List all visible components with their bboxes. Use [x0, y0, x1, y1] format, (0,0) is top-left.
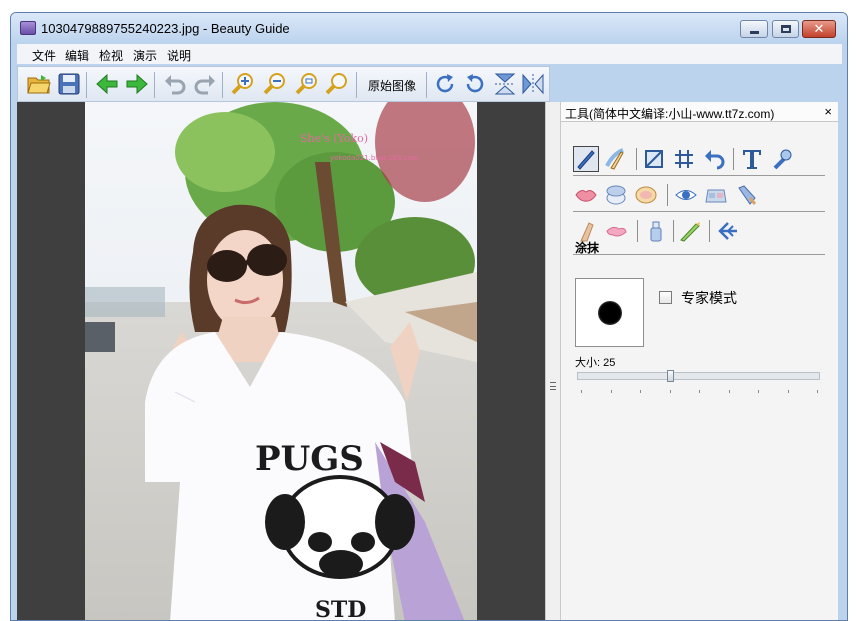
- original-image-button[interactable]: 原始图像: [368, 77, 416, 94]
- lip-gloss-icon[interactable]: [603, 218, 629, 244]
- blush-compact-icon[interactable]: [633, 182, 659, 208]
- app-icon: [20, 21, 36, 35]
- crop-tool-icon[interactable]: [641, 146, 667, 172]
- lips-icon[interactable]: [573, 182, 599, 208]
- photo-image: PUGS STD She's (Yoko) yokoda021.blog.163…: [85, 102, 477, 621]
- save-icon[interactable]: [56, 71, 82, 97]
- menu-bar: 文件 编辑 检视 演示 说明: [17, 44, 842, 64]
- grid-tool-icon[interactable]: [671, 146, 697, 172]
- zoom-fit-icon[interactable]: [294, 71, 320, 97]
- wrench-tool-icon[interactable]: [769, 146, 795, 172]
- smudge-tool-icon[interactable]: [603, 146, 629, 172]
- tools-panel-header: 工具(简体中文编译:小山-www.tt7z.com) ×: [561, 102, 838, 122]
- splitter-grip-icon: [550, 382, 556, 390]
- minimize-button[interactable]: [740, 20, 768, 38]
- brush-tool-icon[interactable]: [573, 146, 599, 172]
- menu-file[interactable]: 文件: [32, 47, 56, 64]
- text-tool-icon[interactable]: [739, 146, 765, 172]
- zoom-actual-icon[interactable]: [324, 71, 350, 97]
- shirt-print-text: PUGS: [255, 439, 364, 479]
- undo-icon[interactable]: [162, 71, 188, 97]
- tools-panel-title: 工具(简体中文编译:小山-www.tt7z.com): [565, 107, 775, 121]
- eyeshadow-palette-icon[interactable]: [703, 182, 729, 208]
- arrow-in-icon[interactable]: [715, 218, 741, 244]
- flip-horizontal-icon[interactable]: [520, 71, 546, 97]
- open-folder-icon[interactable]: [26, 71, 52, 97]
- menu-view[interactable]: 检视: [99, 47, 123, 64]
- menu-help[interactable]: 说明: [167, 47, 191, 64]
- photo-watermark-line1: She's (Yoko): [300, 132, 368, 145]
- mascara-icon[interactable]: [733, 182, 759, 208]
- window-title: 1030479889755240223.jpg - Beauty Guide: [41, 21, 290, 36]
- panel-splitter[interactable]: [545, 102, 561, 620]
- tools-panel: 工具(简体中文编译:小山-www.tt7z.com) × 涂抹 专家模式 大小:…: [561, 102, 838, 620]
- compact-powder-icon[interactable]: [603, 182, 629, 208]
- back-arrow-icon[interactable]: [94, 71, 120, 97]
- eye-icon[interactable]: [673, 182, 699, 208]
- app-window: 1030479889755240223.jpg - Beauty Guide ✕…: [10, 12, 848, 621]
- rotate-counterclockwise-icon[interactable]: [462, 71, 488, 97]
- title-bar[interactable]: 1030479889755240223.jpg - Beauty Guide ✕: [11, 13, 847, 43]
- forward-arrow-icon[interactable]: [124, 71, 150, 97]
- bottle-icon[interactable]: [643, 218, 669, 244]
- liner-brush-icon[interactable]: [677, 218, 703, 244]
- flip-vertical-icon[interactable]: [492, 71, 518, 97]
- expert-mode-checkbox[interactable]: [659, 291, 672, 304]
- close-button[interactable]: ✕: [802, 20, 836, 38]
- size-label: 大小: 25: [575, 357, 616, 369]
- menu-edit[interactable]: 编辑: [65, 47, 89, 64]
- zoom-out-icon[interactable]: [262, 71, 288, 97]
- image-viewer[interactable]: PUGS STD She's (Yoko) yokoda021.blog.163…: [17, 102, 545, 621]
- rotate-clockwise-icon[interactable]: [432, 71, 458, 97]
- size-slider-track[interactable]: [577, 372, 820, 380]
- brush-preview: [575, 278, 644, 347]
- brush-dot-icon: [598, 301, 622, 325]
- size-slider-thumb[interactable]: [667, 370, 674, 382]
- main-toolbar: 原始图像: [17, 66, 550, 102]
- zoom-in-icon[interactable]: [230, 71, 256, 97]
- shirt-print-text-2: STD: [315, 597, 366, 621]
- photo-watermark-line2: yokoda021.blog.163.com: [330, 154, 419, 162]
- redo-icon[interactable]: [192, 71, 218, 97]
- close-icon: ✕: [813, 21, 825, 36]
- maximize-icon: [780, 25, 791, 33]
- expert-mode-label: 专家模式: [681, 290, 737, 306]
- undo-tool-icon[interactable]: [701, 146, 727, 172]
- menu-slideshow[interactable]: 演示: [133, 47, 157, 64]
- minimize-icon: [749, 30, 759, 34]
- panel-close-icon[interactable]: ×: [824, 104, 832, 119]
- maximize-button[interactable]: [772, 20, 799, 38]
